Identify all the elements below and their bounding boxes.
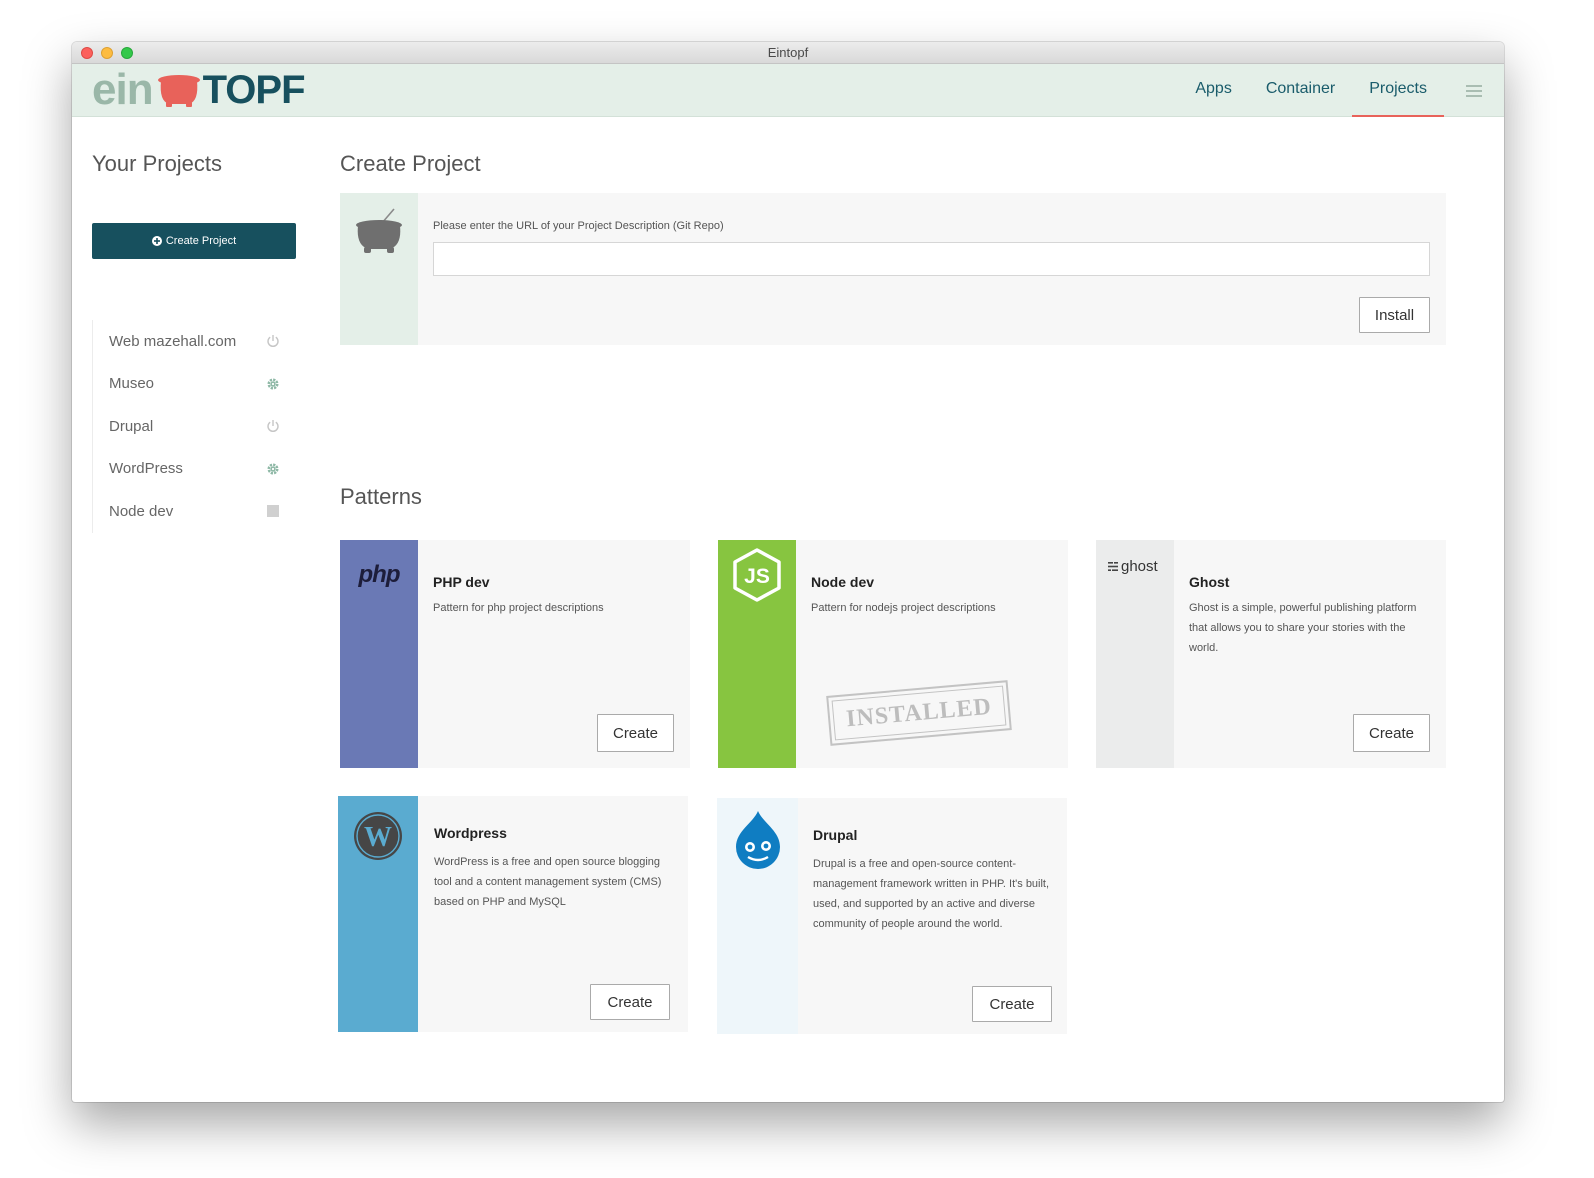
pattern-card-ghost: ghost Ghost Ghost is a simple, powerful … — [1096, 540, 1446, 768]
create-ghost-button[interactable]: Create — [1353, 714, 1430, 752]
nav-apps[interactable]: Apps — [1178, 64, 1248, 117]
nodejs-logo: JS — [718, 540, 796, 610]
logo-text-topf: TOPF — [202, 68, 306, 112]
power-icon[interactable] — [266, 334, 280, 348]
pattern-description: Pattern for nodejs project descriptions — [811, 602, 996, 614]
window-title: Eintopf — [767, 45, 809, 60]
php-logo: php — [340, 540, 418, 610]
pattern-card-node-dev: JS Node dev Pattern for nodejs project d… — [718, 540, 1068, 768]
git-url-input[interactable] — [433, 242, 1430, 276]
ghost-lines-icon — [1108, 561, 1118, 571]
pattern-description: Pattern for php project descriptions — [433, 602, 604, 614]
ghost-logo: ghost — [1096, 540, 1174, 592]
create-drupal-button[interactable]: Create — [972, 986, 1052, 1022]
pattern-title: Node dev — [811, 574, 875, 590]
gear-icon[interactable] — [266, 377, 280, 391]
project-list: Web mazehall.com Museo Drupal WordPress … — [92, 320, 288, 533]
nav-projects[interactable]: Projects — [1352, 64, 1444, 117]
top-navbar: ein TOPF Apps Container Projects — [72, 64, 1504, 117]
wordpress-logo-text: W — [364, 822, 392, 853]
cauldron-icon — [356, 208, 402, 253]
php-logo-text: php — [358, 561, 401, 588]
nodejs-logo-text: JS — [744, 565, 770, 588]
create-project-button[interactable]: Create Project — [92, 223, 296, 259]
pattern-description: WordPress is a free and open source blog… — [434, 856, 662, 908]
plus-circle-icon — [151, 236, 162, 246]
project-name: Node dev — [109, 502, 174, 520]
logo-text-ein: ein — [92, 65, 154, 114]
project-item-museo[interactable]: Museo — [93, 363, 288, 406]
project-name: Museo — [109, 375, 155, 393]
project-item-web-mazehall[interactable]: Web mazehall.com — [93, 320, 288, 363]
minimize-window-button[interactable] — [101, 47, 113, 59]
nodejs-hexagon-icon: JS — [733, 548, 781, 602]
pattern-title: Drupal — [813, 827, 858, 843]
drupal-stripe — [717, 798, 798, 1034]
your-projects-heading: Your Projects — [92, 151, 223, 176]
pattern-description: Drupal is a free and open-source content… — [813, 858, 1050, 930]
app-window: Eintopf ein TOPF Apps Container Projects — [72, 42, 1504, 1102]
project-name: Web mazehall.com — [109, 332, 237, 350]
wordpress-logo: W — [338, 796, 418, 876]
create-wordpress-button[interactable]: Create — [590, 984, 670, 1020]
php-stripe: php — [340, 540, 418, 768]
create-project-panel: Please enter the URL of your Project Des… — [340, 193, 1446, 345]
main-nav: Apps Container Projects — [1178, 64, 1504, 117]
pattern-card-wordpress: W Wordpress WordPress is a free and open… — [338, 796, 688, 1032]
pattern-title: Wordpress — [434, 825, 507, 841]
install-button[interactable]: Install — [1359, 297, 1430, 333]
title-bar[interactable]: Eintopf — [72, 42, 1504, 64]
create-project-heading: Create Project — [340, 151, 481, 176]
menu-button[interactable] — [1444, 64, 1504, 117]
create-php-dev-button[interactable]: Create — [597, 714, 674, 752]
pattern-title: PHP dev — [433, 574, 490, 590]
project-item-drupal[interactable]: Drupal — [93, 405, 288, 448]
installed-stamp: INSTALLED — [826, 680, 1012, 746]
project-item-wordpress[interactable]: WordPress — [93, 448, 288, 491]
drupal-drop-icon — [735, 811, 780, 869]
gear-icon[interactable] — [266, 462, 280, 476]
maximize-window-button[interactable] — [121, 47, 133, 59]
node-stripe: JS — [718, 540, 796, 768]
project-name: Drupal — [109, 417, 154, 435]
patterns-heading: Patterns — [340, 484, 422, 509]
hamburger-icon — [1466, 84, 1482, 97]
ghost-stripe: ghost — [1096, 540, 1174, 768]
git-url-label: Please enter the URL of your Project Des… — [433, 220, 724, 232]
wordpress-icon: W — [354, 812, 402, 860]
pattern-title: Ghost — [1189, 574, 1230, 590]
project-name: WordPress — [109, 460, 183, 478]
power-icon[interactable] — [266, 419, 280, 433]
eintopf-logo[interactable]: ein TOPF — [92, 65, 306, 114]
project-item-node-dev[interactable]: Node dev — [93, 490, 288, 533]
nav-container[interactable]: Container — [1249, 64, 1352, 117]
close-window-button[interactable] — [81, 47, 93, 59]
pattern-description: Ghost is a simple, powerful publishing p… — [1189, 602, 1417, 654]
drupal-logo — [717, 798, 798, 880]
create-panel-icon-column — [340, 193, 418, 345]
pattern-card-php-dev: php PHP dev Pattern for php project desc… — [340, 540, 690, 768]
ghost-logo-text: ghost — [1121, 557, 1158, 575]
pattern-card-drupal: Drupal Drupal is a free and open-source … — [717, 798, 1067, 1034]
create-project-label: Create Project — [165, 235, 237, 247]
pot-icon — [157, 75, 200, 107]
stop-icon[interactable] — [266, 504, 280, 518]
wordpress-stripe: W — [338, 796, 418, 1032]
